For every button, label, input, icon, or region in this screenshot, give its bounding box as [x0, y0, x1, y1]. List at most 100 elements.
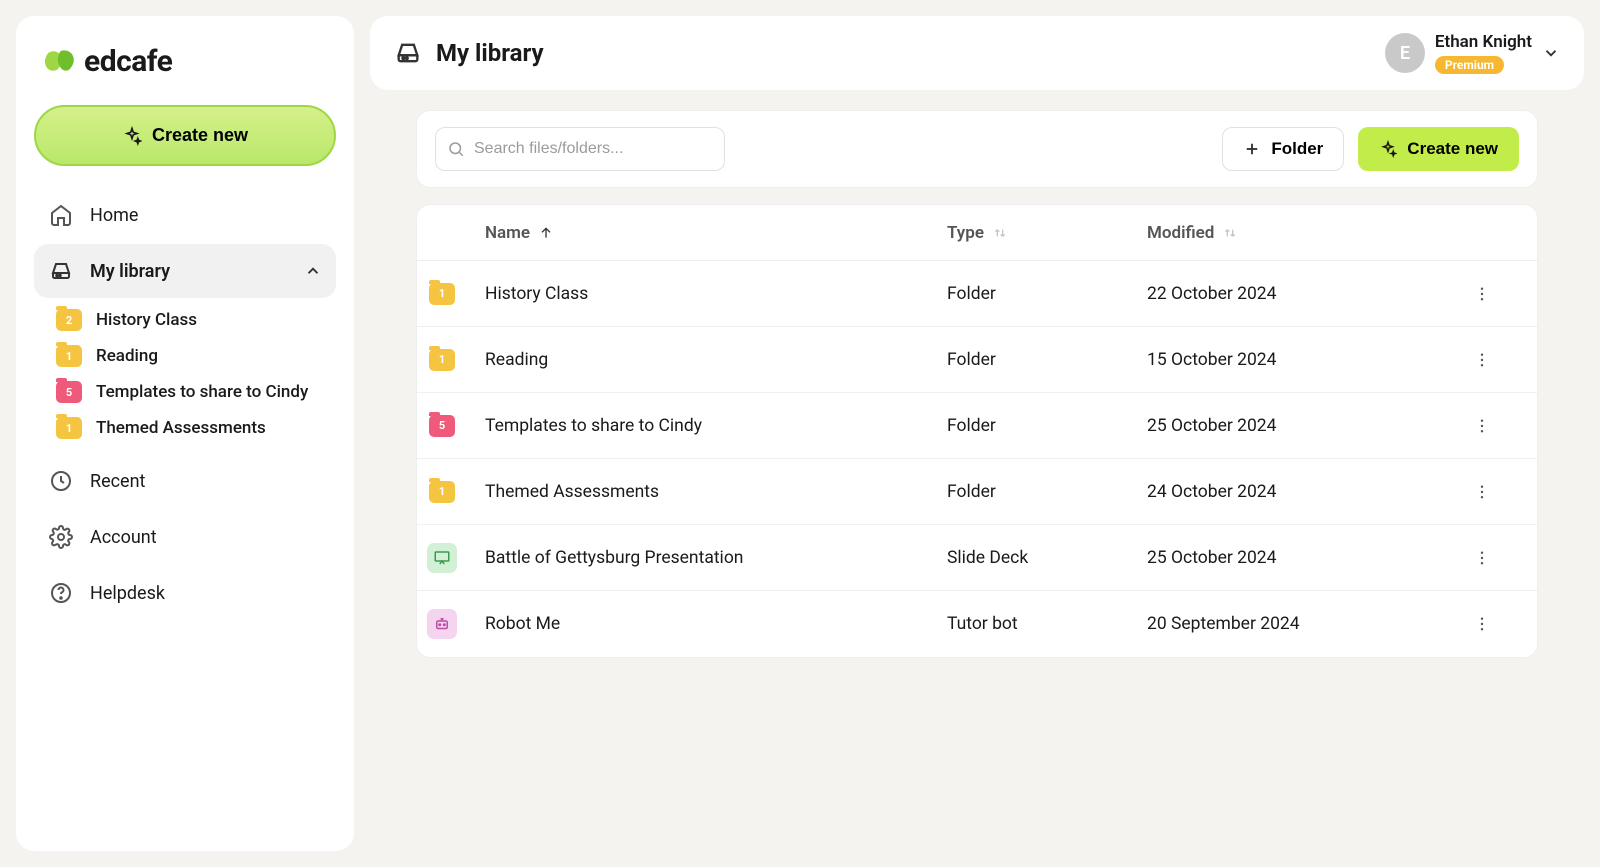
nav-recent-label: Recent: [90, 471, 145, 492]
sort-icon: [992, 225, 1008, 241]
content: Folder Create new Name Type: [370, 110, 1584, 658]
row-name: Themed Assessments: [485, 482, 947, 502]
search-icon: [447, 140, 465, 158]
search-input[interactable]: [435, 127, 725, 171]
nav-home[interactable]: Home: [34, 188, 336, 242]
row-more-button[interactable]: [1467, 543, 1497, 573]
avatar: E: [1385, 33, 1425, 73]
nav-account[interactable]: Account: [34, 510, 336, 564]
create-new-button[interactable]: Create new: [34, 105, 336, 166]
nav-home-label: Home: [90, 205, 138, 226]
col-modified[interactable]: Modified: [1147, 223, 1467, 243]
page-title: My library: [436, 39, 544, 67]
row-more-button[interactable]: [1467, 279, 1497, 309]
user-menu[interactable]: E Ethan Knight Premium: [1385, 32, 1560, 74]
table-row[interactable]: Robot MeTutor bot20 September 2024: [417, 591, 1537, 657]
nav-my-library[interactable]: My library: [34, 244, 336, 298]
logo-text: edcafe: [84, 44, 172, 79]
folder-icon: 1: [56, 345, 82, 367]
row-type: Folder: [947, 416, 1147, 436]
drive-icon: [394, 39, 422, 67]
row-name: Battle of Gettysburg Presentation: [485, 548, 947, 568]
toolbar-create-new-label: Create new: [1407, 139, 1498, 159]
logo: edcafe: [34, 38, 336, 97]
table-row[interactable]: 1 ReadingFolder15 October 2024: [417, 327, 1537, 393]
folder-icon: 1: [427, 281, 457, 307]
row-modified: 25 October 2024: [1147, 548, 1467, 568]
drive-icon: [48, 258, 74, 284]
nav-recent[interactable]: Recent: [34, 454, 336, 508]
row-type: Folder: [947, 350, 1147, 370]
sidebar-folder-themed-assessments[interactable]: 1 Themed Assessments: [34, 410, 336, 446]
premium-badge: Premium: [1435, 56, 1504, 74]
chevron-up-icon: [304, 262, 322, 280]
table-row[interactable]: Battle of Gettysburg PresentationSlide D…: [417, 525, 1537, 591]
plus-icon: [1243, 140, 1261, 158]
user-name: Ethan Knight: [1435, 32, 1532, 52]
row-modified: 24 October 2024: [1147, 482, 1467, 502]
sidebar-subnav: 2 History Class 1 Reading 5 Templates to…: [34, 300, 336, 452]
sidebar-nav: Home My library 2 History Class 1 Readin…: [34, 188, 336, 620]
col-type[interactable]: Type: [947, 223, 1147, 243]
sidebar-folder-label: Themed Assessments: [96, 418, 266, 438]
help-icon: [48, 580, 74, 606]
table-row[interactable]: 5 Templates to share to CindyFolder25 Oct…: [417, 393, 1537, 459]
row-modified: 15 October 2024: [1147, 350, 1467, 370]
sidebar-folder-history-class[interactable]: 2 History Class: [34, 302, 336, 338]
sparkle-icon: [122, 126, 142, 146]
folder-icon: 1: [427, 347, 457, 373]
col-type-label: Type: [947, 223, 984, 243]
toolbar-create-new-button[interactable]: Create new: [1358, 127, 1519, 171]
sidebar-folder-reading[interactable]: 1 Reading: [34, 338, 336, 374]
bot-icon: [427, 611, 457, 637]
row-more-button[interactable]: [1467, 345, 1497, 375]
row-more-button[interactable]: [1467, 477, 1497, 507]
folder-icon: 1: [56, 417, 82, 439]
gear-icon: [48, 524, 74, 550]
arrow-up-icon: [538, 225, 554, 241]
row-type: Tutor bot: [947, 614, 1147, 634]
chevron-down-icon: [1542, 44, 1560, 62]
folder-icon: 1: [427, 479, 457, 505]
sidebar-folder-templates-cindy[interactable]: 5 Templates to share to Cindy: [34, 374, 336, 410]
sparkle-icon: [1379, 140, 1397, 158]
new-folder-button[interactable]: Folder: [1222, 127, 1344, 171]
toolbar: Folder Create new: [416, 110, 1538, 188]
nav-helpdesk[interactable]: Helpdesk: [34, 566, 336, 620]
search-wrap: [435, 127, 725, 171]
main: My library E Ethan Knight Premium: [370, 16, 1584, 851]
user-meta: Ethan Knight Premium: [1435, 32, 1532, 74]
folder-icon: 5: [427, 413, 457, 439]
table-header: Name Type Modified: [417, 205, 1537, 261]
nav-my-library-label: My library: [90, 261, 170, 282]
col-modified-label: Modified: [1147, 223, 1214, 243]
table-row[interactable]: 1History ClassFolder22 October 2024: [417, 261, 1537, 327]
row-more-button[interactable]: [1467, 411, 1497, 441]
nav-helpdesk-label: Helpdesk: [90, 583, 165, 604]
col-name-label: Name: [485, 223, 530, 243]
col-name[interactable]: Name: [485, 223, 947, 243]
table-row[interactable]: 1 Themed AssessmentsFolder24 October 2024: [417, 459, 1537, 525]
row-name: Templates to share to Cindy: [485, 416, 947, 436]
sidebar-folder-label: History Class: [96, 310, 197, 330]
row-modified: 25 October 2024: [1147, 416, 1467, 436]
sidebar-folder-label: Templates to share to Cindy: [96, 382, 308, 402]
sort-icon: [1222, 225, 1238, 241]
row-modified: 22 October 2024: [1147, 284, 1467, 304]
topbar-left: My library: [394, 39, 544, 67]
home-icon: [48, 202, 74, 228]
row-type: Folder: [947, 482, 1147, 502]
row-modified: 20 September 2024: [1147, 614, 1467, 634]
create-new-label: Create new: [152, 125, 248, 146]
row-more-button[interactable]: [1467, 609, 1497, 639]
sidebar-folder-label: Reading: [96, 346, 158, 366]
folder-icon: 2: [56, 309, 82, 331]
row-type: Slide Deck: [947, 548, 1147, 568]
sidebar: edcafe Create new Home My library 2: [16, 16, 354, 851]
slidedeck-icon: [427, 545, 457, 571]
nav-account-label: Account: [90, 527, 157, 548]
folder-icon: 5: [56, 381, 82, 403]
topbar: My library E Ethan Knight Premium: [370, 16, 1584, 90]
row-name: History Class: [485, 284, 947, 304]
row-name: Reading: [485, 350, 947, 370]
